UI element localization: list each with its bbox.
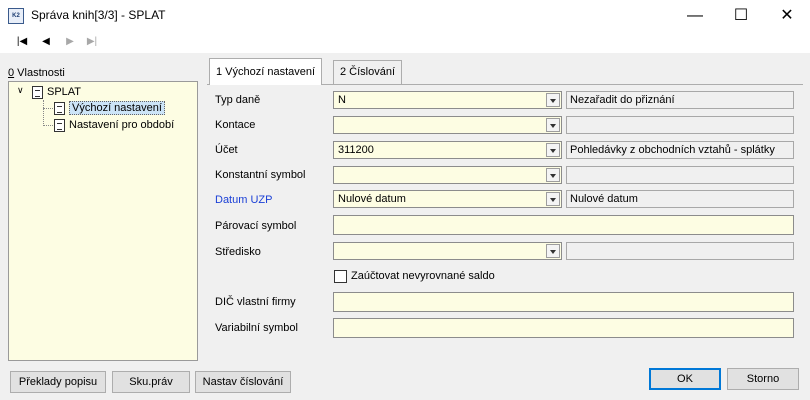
konstantni-symbol-combo[interactable] xyxy=(333,166,562,184)
ucet-label: Účet xyxy=(215,144,238,156)
navigation-toolbar: |◀ ◀ ▶ ▶| xyxy=(0,31,810,53)
chevron-down-icon[interactable] xyxy=(546,93,560,107)
ucet-value: 311200 xyxy=(338,144,374,156)
tree-item-label: Výchozí nastavení xyxy=(69,101,165,115)
properties-tree[interactable]: ∨ SPLAT Výchozí nastavení Nastavení pro … xyxy=(8,81,198,361)
kontace-label: Kontace xyxy=(215,119,256,131)
tree-connector xyxy=(43,108,53,109)
sku-prav-button[interactable]: Sku.práv xyxy=(112,371,190,393)
tree-item-nastaveni-pro-obdobi[interactable]: Nastavení pro období xyxy=(54,117,174,133)
datum-uzp-combo[interactable]: Nulové datum xyxy=(333,190,562,208)
chevron-down-icon[interactable] xyxy=(546,118,560,132)
parovaci-symbol-input[interactable] xyxy=(333,215,794,235)
tree-item-vychozi-nastaveni[interactable]: Výchozí nastavení xyxy=(54,100,165,116)
tree-item-label: Nastavení pro období xyxy=(69,119,175,131)
dic-label: DIČ vlastní firmy xyxy=(215,296,296,308)
app-icon: K2 xyxy=(8,8,24,24)
ok-button[interactable]: OK xyxy=(649,368,721,390)
stredisko-description xyxy=(566,242,794,260)
variabilni-symbol-label: Variabilní symbol xyxy=(215,322,298,334)
variabilni-symbol-input[interactable] xyxy=(333,318,794,338)
stredisko-combo[interactable] xyxy=(333,242,562,260)
last-record-icon[interactable]: ▶| xyxy=(84,36,100,48)
document-icon xyxy=(32,85,43,99)
first-record-icon[interactable]: |◀ xyxy=(14,36,30,48)
zauctovat-label[interactable]: Zaúčtovat nevyrovnané saldo xyxy=(351,270,495,282)
datum-uzp-value: Nulové datum xyxy=(338,193,406,205)
tree-item-splat[interactable]: SPLAT xyxy=(32,84,81,100)
previous-record-icon[interactable]: ◀ xyxy=(38,36,54,48)
chevron-down-icon[interactable] xyxy=(546,143,560,157)
tree-connector xyxy=(43,125,53,126)
nastav-cislovani-button[interactable]: Nastav číslování xyxy=(195,371,291,393)
properties-label-text: Vlastnosti xyxy=(14,67,65,79)
tab-vychozi-nastaveni[interactable]: 1 Výchozí nastavení xyxy=(209,58,323,85)
parovaci-symbol-label: Párovací symbol xyxy=(215,220,297,232)
window-title: Správa knih[3/3] - SPLAT xyxy=(31,8,166,22)
typ-dane-combo[interactable]: N xyxy=(333,91,562,109)
preklady-popisu-button[interactable]: Překlady popisu xyxy=(10,371,106,393)
next-record-icon[interactable]: ▶ xyxy=(62,36,78,48)
tree-item-label: SPLAT xyxy=(47,86,82,98)
datum-uzp-description: Nulové datum xyxy=(566,190,794,208)
storno-button[interactable]: Storno xyxy=(727,368,799,390)
close-button[interactable]: ✕ xyxy=(764,0,810,31)
document-icon xyxy=(54,118,65,132)
tab-cislovani[interactable]: 2 Číslování xyxy=(333,60,403,84)
chevron-down-icon[interactable] xyxy=(546,168,560,182)
kontace-combo[interactable] xyxy=(333,116,562,134)
konstantni-symbol-label: Konstantní symbol xyxy=(215,169,306,181)
chevron-down-icon[interactable] xyxy=(546,244,560,258)
minimize-button[interactable]: — xyxy=(672,0,718,31)
typ-dane-value: N xyxy=(338,94,346,106)
ucet-combo[interactable]: 311200 xyxy=(333,141,562,159)
konstantni-symbol-description xyxy=(566,166,794,184)
ucet-description: Pohledávky z obchodních vztahů - splátky xyxy=(566,141,794,159)
properties-label: 0 Vlastnosti xyxy=(8,67,65,79)
datum-uzp-label: Datum UZP xyxy=(215,194,273,206)
zauctovat-checkbox[interactable] xyxy=(334,270,347,283)
typ-dane-label: Typ daně xyxy=(215,94,261,106)
tree-connector xyxy=(43,100,44,126)
typ-dane-description: Nezařadit do přiznání xyxy=(566,91,794,109)
dic-input[interactable] xyxy=(333,292,794,312)
chevron-down-icon[interactable] xyxy=(546,192,560,206)
maximize-button[interactable]: ☐ xyxy=(718,0,764,31)
tree-expand-icon[interactable]: ∨ xyxy=(17,85,24,96)
document-icon xyxy=(54,101,65,115)
stredisko-label: Středisko xyxy=(215,246,261,258)
kontace-description xyxy=(566,116,794,134)
title-bar: K2 Správa knih[3/3] - SPLAT — ☐ ✕ xyxy=(0,0,810,31)
